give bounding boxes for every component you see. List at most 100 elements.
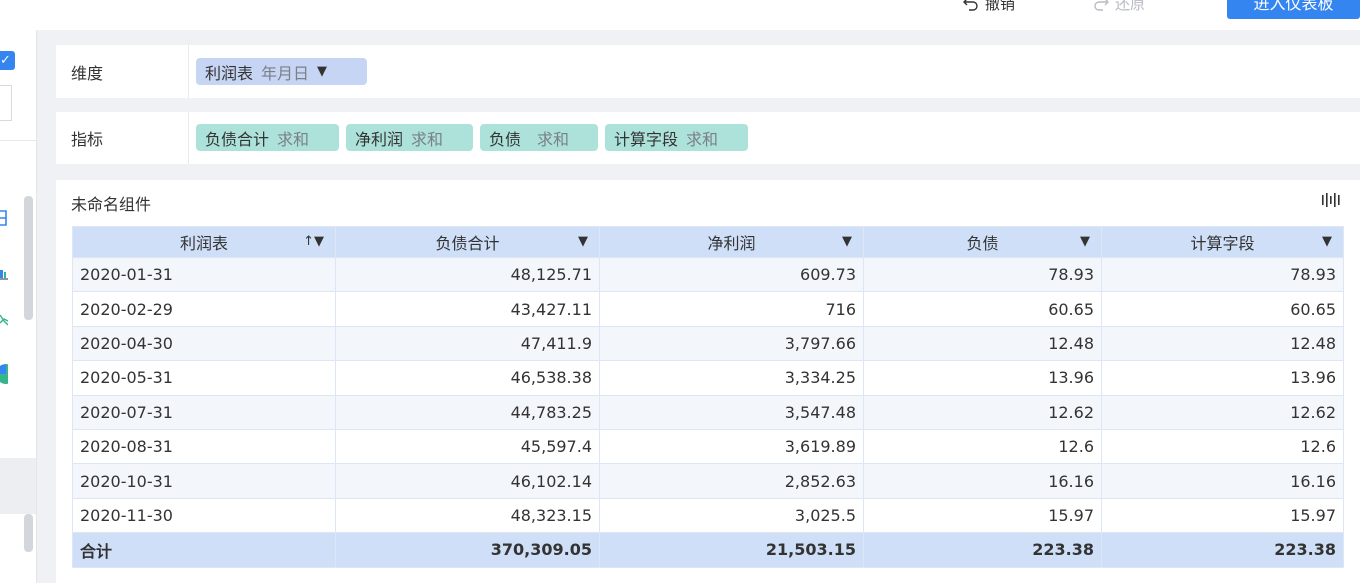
scrollbar-lower[interactable] [24,514,33,552]
dimension-panel: 维度 利润表 年月日 ▼ [56,45,1360,98]
table-cell: 12.62 [1101,394,1344,430]
total-cell: 223.38 [863,532,1102,568]
table-cell: 13.96 [863,360,1102,396]
table-row: 2020-10-31 46,102.14 2,852.63 16.16 16.1… [72,463,1344,499]
divider [188,112,189,164]
table-cell: 44,783.25 [335,394,600,430]
indicator-name: 计算字段 [614,129,679,149]
table-cell: 12.6 [863,428,1102,465]
column-header-liabilities-total[interactable]: 负债合计 ▼ [335,226,600,258]
indicator-agg: 求和 [537,129,570,149]
table-cell: 3,334.25 [599,360,864,396]
table-cell: 48,125.71 [335,256,600,293]
dropdown-icon[interactable]: ▼ [578,234,588,249]
line-chart-icon[interactable] [0,311,8,327]
dropdown-icon[interactable]: ▼ [1080,234,1090,249]
column-header-calculated-field[interactable]: 计算字段 ▼ [1101,226,1344,258]
scrollbar[interactable] [24,196,33,320]
table-cell-date: 2020-05-31 [72,360,336,396]
total-cell: 370,309.05 [335,532,600,568]
table-cell: 60.65 [863,291,1102,327]
table-cell: 48,323.15 [335,497,600,534]
sort-filter-icon[interactable]: ↑▼ [303,234,324,249]
table-cell: 43,427.11 [335,291,600,327]
indicator-name: 净利润 [355,129,404,149]
bar-chart-icon[interactable] [0,266,8,280]
table-cell: 46,102.14 [335,463,600,499]
total-cell: 223.38 [1101,532,1344,568]
table-cell-date: 2020-07-31 [72,394,336,430]
indicator-pill-calculated-field[interactable]: 计算字段 求和 [605,124,748,151]
redo-icon [1094,0,1109,11]
table-cell: 15.97 [1101,497,1344,534]
table-cell: 3,619.89 [599,428,864,465]
column-header-date[interactable]: 利润表 ↑▼ [72,226,336,258]
left-sidebar: ✓ [0,30,37,583]
table-cell-date: 2020-10-31 [72,463,336,499]
undo-icon [963,0,978,11]
dimension-field-granularity: 年月日 [261,63,310,83]
table-cell: 3,797.66 [599,325,864,362]
redo-label: 还原 [1115,0,1146,13]
check-icon: ✓ [0,53,11,68]
table-cell: 13.96 [1101,360,1344,396]
table-cell: 12.6 [1101,428,1344,465]
checkbox[interactable]: ✓ [0,51,15,70]
table-cell: 3,547.48 [599,394,864,430]
table-cell: 47,411.9 [335,325,600,362]
column-header-label: 负债 [966,234,999,253]
table-cell-date: 2020-08-31 [72,428,336,465]
barcode-icon[interactable] [1322,193,1342,207]
table-cell-date: 2020-11-30 [72,497,336,534]
indicator-pill-liabilities[interactable]: 负债 求和 [480,124,598,151]
table-cell: 15.97 [863,497,1102,534]
table-cell-date: 2020-01-31 [72,256,336,293]
table-cell: 609.73 [599,256,864,293]
enter-dashboard-button[interactable]: 进入仪表板 [1227,0,1360,19]
pie-chart-icon[interactable] [0,364,8,384]
table-cell: 716 [599,291,864,327]
column-header-net-profit[interactable]: 净利润 ▼ [599,226,864,258]
table-cell: 78.93 [1101,256,1344,293]
table-cell: 3,025.5 [599,497,864,534]
indicator-agg: 求和 [277,129,310,149]
table-cell: 12.48 [1101,325,1344,362]
redo-button[interactable]: 还原 [1093,0,1145,14]
undo-button[interactable]: 撤销 [963,0,1015,14]
table-cell-date: 2020-04-30 [72,325,336,362]
indicator-label: 指标 [71,130,104,149]
table-row: 2020-04-30 47,411.9 3,797.66 12.48 12.48 [72,325,1344,362]
data-table: 利润表 ↑▼ 负债合计 ▼ 净利润 ▼ 负债 ▼ 计算字段 ▼ 2020-01-… [72,226,1344,568]
dimension-field-pill[interactable]: 利润表 年月日 ▼ [196,58,367,85]
sidebar-box[interactable] [0,85,12,121]
sidebar-selected-area [0,458,36,514]
total-cell: 21,503.15 [599,532,864,568]
indicator-panel: 指标 负债合计 求和 净利润 求和 负债 求和 计算字段 求和 [56,112,1360,164]
indicator-pill-liabilities-total[interactable]: 负债合计 求和 [196,124,339,151]
table-row: 2020-05-31 46,538.38 3,334.25 13.96 13.9… [72,360,1344,396]
table-chart-icon[interactable] [0,208,8,228]
table-row: 2020-01-31 48,125.71 609.73 78.93 78.93 [72,256,1344,293]
column-header-label: 净利润 [707,234,756,253]
column-header-liabilities[interactable]: 负债 ▼ [863,226,1102,258]
table-cell: 12.48 [863,325,1102,362]
table-row: 2020-08-31 45,597.4 3,619.89 12.6 12.6 [72,428,1344,465]
table-cell-date: 2020-02-29 [72,291,336,327]
table-row: 2020-02-29 43,427.11 716 60.65 60.65 [72,291,1344,327]
indicator-pill-net-profit[interactable]: 净利润 求和 [346,124,473,151]
filter-icon[interactable]: ▼ [317,64,327,79]
component-title: 未命名组件 [71,195,152,214]
table-total-row: 合计 370,309.05 21,503.15 223.38 223.38 [72,532,1344,568]
indicator-agg: 求和 [686,129,719,149]
table-row: 2020-11-30 48,323.15 3,025.5 15.97 15.97 [72,497,1344,534]
total-label: 合计 [72,532,336,568]
dimension-field-name: 利润表 [205,63,254,83]
dropdown-icon[interactable]: ▼ [1322,234,1332,249]
indicator-agg: 求和 [411,129,444,149]
table-cell: 60.65 [1101,291,1344,327]
column-header-label: 利润表 [179,234,228,253]
dropdown-icon[interactable]: ▼ [842,234,852,249]
indicator-name: 负债 [489,129,522,149]
table-cell: 78.93 [863,256,1102,293]
column-header-label: 计算字段 [1190,234,1255,253]
